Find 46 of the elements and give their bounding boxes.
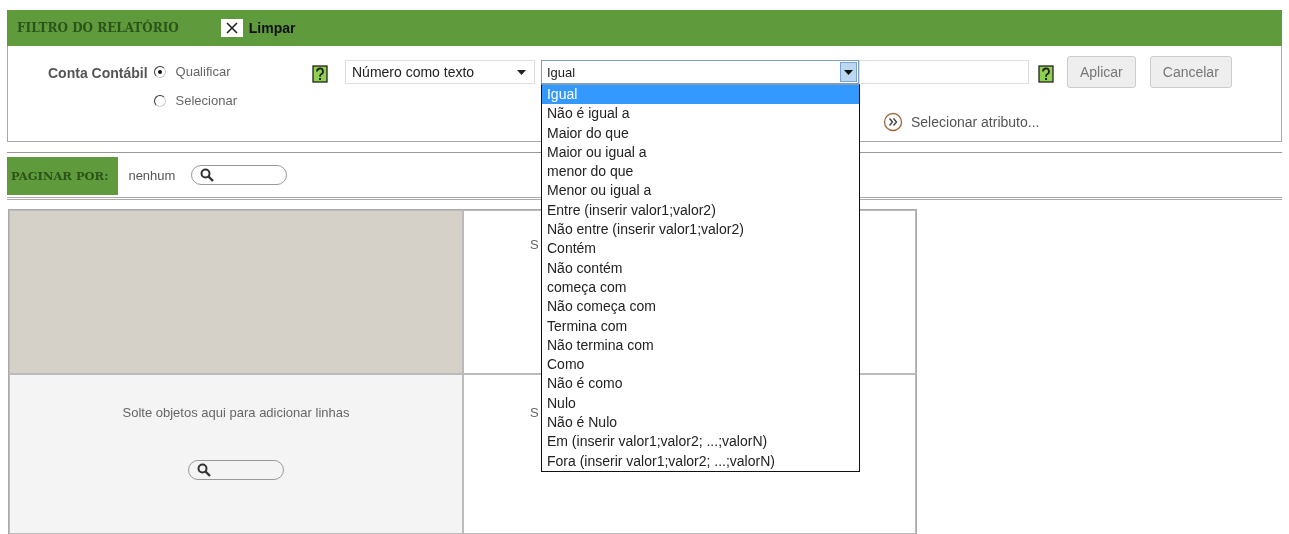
double-chevron-icon (883, 112, 903, 132)
dropdown-option[interactable]: Não termina com (542, 335, 859, 356)
caret-icon (517, 69, 526, 75)
dropdown-option[interactable]: Nulo (542, 393, 859, 414)
dropdown-option[interactable]: Termina com (542, 316, 859, 336)
dropdown-option[interactable]: Em (inserir valor1;valor2; ...;valorN) (542, 432, 859, 452)
dropdown-option[interactable]: Maior do que (542, 123, 859, 143)
radio-button[interactable] (153, 65, 166, 78)
drop-zone-text: Solte objetos aqui para adicionar linhas (122, 405, 350, 420)
dropdown-option[interactable]: Não é como (542, 374, 859, 394)
dropdown-option[interactable]: Não é igual a (542, 104, 859, 124)
help-icon[interactable] (311, 64, 329, 84)
clear-button[interactable]: Limpar (220, 19, 296, 37)
dropdown-option[interactable]: Não entre (inserir valor1;valor2) (542, 220, 859, 240)
operator-select[interactable]: Igual (541, 60, 859, 84)
radio-label: Qualificar (175, 64, 231, 79)
dropdown-option[interactable]: começa com (542, 277, 859, 298)
cancel-button[interactable]: Cancelar (1149, 56, 1232, 88)
drop-zone-text: S (530, 405, 539, 420)
dropdown-option[interactable]: Fora (inserir valor1;valor2; ...;valorN) (542, 451, 859, 471)
dropdown-option[interactable]: Menor ou igual a (542, 181, 859, 201)
dropdown-option[interactable]: Entre (inserir valor1;valor2) (542, 200, 859, 221)
dropdown-option[interactable]: Não contém (542, 258, 859, 278)
dropdown-option[interactable]: Não é Nulo (542, 413, 859, 433)
radio-button[interactable] (153, 94, 166, 107)
dropdown-option[interactable]: Contém (542, 239, 859, 259)
dropdown-button[interactable] (840, 62, 857, 82)
page-by-label: PAGINAR POR: (7, 157, 119, 195)
radio-label: Selecionar (175, 93, 237, 108)
search-icon (197, 463, 211, 477)
close-icon (225, 22, 238, 34)
select-attribute-link[interactable]: Selecionar atributo... (911, 114, 1040, 130)
dropdown-option[interactable]: Maior ou igual a (542, 142, 859, 163)
type-select[interactable]: Número como texto (345, 60, 535, 84)
drop-zone-text: S (530, 237, 539, 252)
panel-title: FILTRO DO RELATÓRIO (17, 21, 179, 35)
field-label: Conta Contábil (48, 65, 148, 81)
dropdown-option[interactable]: Como (542, 355, 859, 375)
dropdown-option[interactable]: Não começa com (542, 297, 859, 317)
page-by-value: nenhum (128, 167, 176, 183)
value-field[interactable] (859, 60, 1029, 84)
apply-button[interactable]: Aplicar (1067, 56, 1136, 88)
dropdown-option[interactable]: menor do que (542, 162, 859, 182)
caret-icon (844, 69, 853, 75)
search-icon (200, 168, 215, 182)
help-icon[interactable] (1037, 64, 1055, 84)
